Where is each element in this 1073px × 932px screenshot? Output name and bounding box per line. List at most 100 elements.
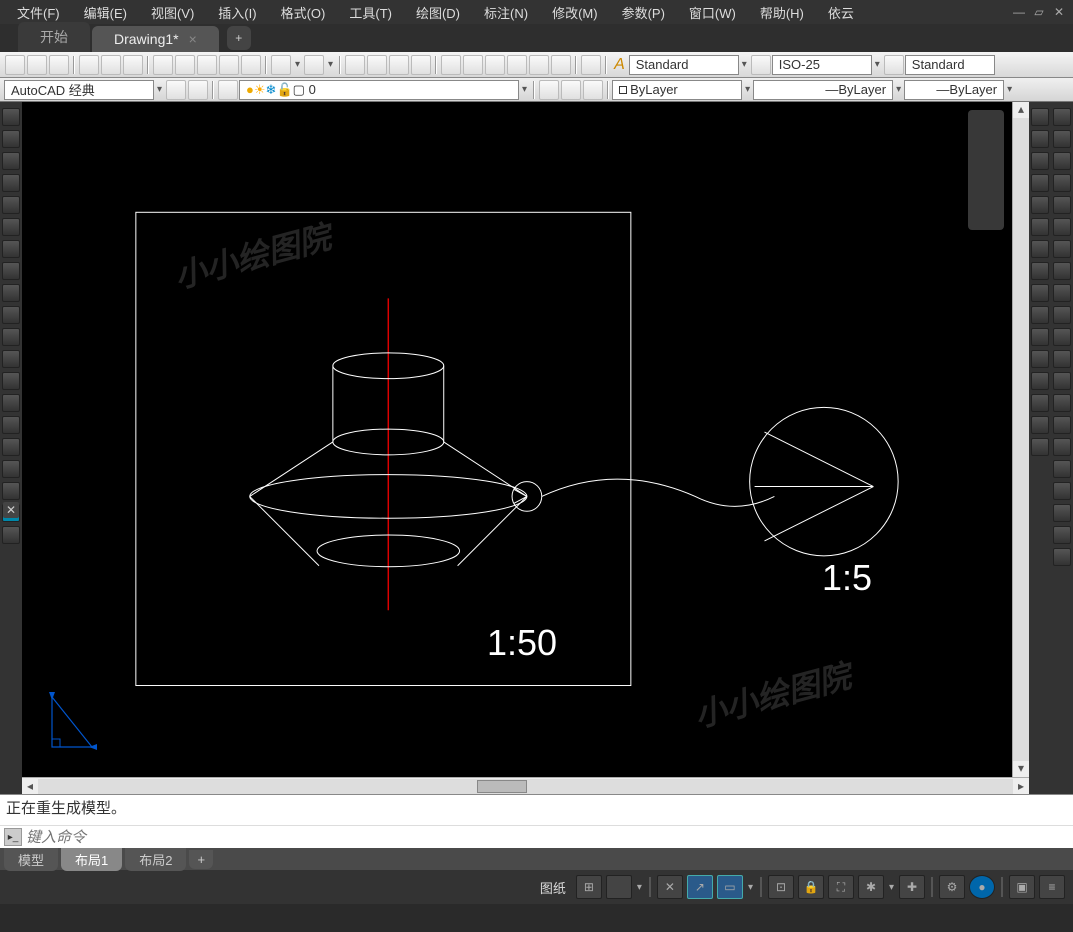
menu-insert[interactable]: 插入(I): [206, 1, 268, 24]
zoomprev-icon[interactable]: [411, 55, 431, 75]
diminspect-icon[interactable]: [1053, 438, 1071, 456]
tab-drawing1[interactable]: Drawing1* ×: [92, 26, 219, 52]
trim-icon[interactable]: [1031, 306, 1049, 324]
dimupdate-icon[interactable]: [1053, 526, 1071, 544]
isolate-icon[interactable]: ▣: [1009, 875, 1035, 899]
autoadd-icon[interactable]: ✚: [899, 875, 925, 899]
dimstyle-icon[interactable]: [751, 55, 771, 75]
publish-icon[interactable]: [123, 55, 143, 75]
layerprev-icon[interactable]: [583, 80, 603, 100]
tablestyle-select[interactable]: Standard: [905, 55, 995, 75]
layout-tab-add[interactable]: +: [189, 850, 213, 869]
explode-icon[interactable]: [1031, 438, 1049, 456]
stretch-icon[interactable]: [1031, 284, 1049, 302]
window-minimize-icon[interactable]: —: [1010, 4, 1028, 20]
dimstyle-select[interactable]: ISO-25: [772, 55, 872, 75]
command-input[interactable]: [26, 829, 1069, 846]
dimordinate-icon[interactable]: [1053, 174, 1071, 192]
ellipse-icon[interactable]: [2, 306, 20, 324]
menu-format[interactable]: 格式(O): [269, 1, 338, 24]
linetype-select[interactable]: — ByLayer: [753, 80, 893, 100]
dimaligned-icon[interactable]: [1053, 130, 1071, 148]
addselected-icon[interactable]: [2, 526, 20, 544]
scroll-up-icon[interactable]: ▴: [1013, 102, 1029, 118]
window-restore-icon[interactable]: ▱: [1030, 4, 1048, 20]
layeriso-icon[interactable]: [539, 80, 559, 100]
chamfer-icon[interactable]: [1031, 394, 1049, 412]
undo-dropdown-icon[interactable]: ▾: [292, 59, 303, 70]
constraint-icon[interactable]: ✕: [657, 875, 683, 899]
lineweight-select[interactable]: — ByLayer: [904, 80, 1004, 100]
centermark-icon[interactable]: [1053, 416, 1071, 434]
dropdown-icon[interactable]: ▾: [872, 59, 883, 70]
polyline-icon[interactable]: [2, 152, 20, 170]
dyninput-icon[interactable]: ↗: [687, 875, 713, 899]
circle-icon[interactable]: [2, 240, 20, 258]
redo-icon[interactable]: [304, 55, 324, 75]
zoom-icon[interactable]: [367, 55, 387, 75]
painter-icon[interactable]: [241, 55, 261, 75]
tablestyle-icon[interactable]: [884, 55, 904, 75]
annoscale-icon[interactable]: ⛶: [828, 875, 854, 899]
menu-tools[interactable]: 工具(T): [337, 1, 404, 24]
dimarc-icon[interactable]: [1053, 152, 1071, 170]
snap-icon[interactable]: [606, 875, 632, 899]
ortho-icon[interactable]: ▭: [717, 875, 743, 899]
point-icon[interactable]: [2, 394, 20, 412]
dropdown-icon[interactable]: ▾: [893, 84, 904, 95]
dimbaseline-icon[interactable]: [1053, 306, 1071, 324]
annovis-icon[interactable]: ✱: [858, 875, 884, 899]
navigation-bar[interactable]: [968, 110, 1004, 230]
menu-modify[interactable]: 修改(M): [540, 1, 610, 24]
dimjogline-icon[interactable]: [1053, 460, 1071, 478]
dimlinear-icon[interactable]: [1053, 108, 1071, 126]
gear-icon[interactable]: [166, 80, 186, 100]
copy-obj-icon[interactable]: [1031, 130, 1049, 148]
menu-window[interactable]: 窗口(W): [677, 1, 748, 24]
fillet-icon[interactable]: [1031, 416, 1049, 434]
polygon-icon[interactable]: [2, 174, 20, 192]
paste-icon[interactable]: [197, 55, 217, 75]
horizontal-scrollbar[interactable]: ◂ ▸: [22, 777, 1029, 794]
layout-tab-model[interactable]: 模型: [4, 848, 58, 871]
hardware-accel-icon[interactable]: ●: [969, 875, 995, 899]
dimquick-icon[interactable]: [1053, 284, 1071, 302]
clean-icon[interactable]: ≡: [1039, 875, 1065, 899]
menu-dim[interactable]: 标注(N): [472, 1, 540, 24]
dimedit-icon[interactable]: [1053, 482, 1071, 500]
spline-icon[interactable]: [2, 284, 20, 302]
paper-model-toggle[interactable]: 图纸: [532, 878, 574, 897]
dimjog-icon[interactable]: [1053, 218, 1071, 236]
layeruniso-icon[interactable]: [561, 80, 581, 100]
command-handle-icon[interactable]: ▸_: [4, 828, 22, 846]
designcenter-icon[interactable]: [463, 55, 483, 75]
dropdown-icon[interactable]: ▾: [886, 882, 897, 893]
help-icon[interactable]: [581, 55, 601, 75]
break-icon[interactable]: [1031, 350, 1049, 368]
region-icon[interactable]: [2, 460, 20, 478]
menu-file[interactable]: 文件(F): [5, 1, 72, 24]
rectangle-icon[interactable]: [2, 196, 20, 214]
pan-icon[interactable]: [345, 55, 365, 75]
offset-icon[interactable]: [1031, 174, 1049, 192]
save-icon[interactable]: [49, 55, 69, 75]
layout-tab-layout1[interactable]: 布局1: [61, 848, 122, 871]
dropdown-icon[interactable]: ▾: [745, 882, 756, 893]
ws-icon[interactable]: [188, 80, 208, 100]
color-select[interactable]: ByLayer: [612, 80, 742, 100]
layer-manager-icon[interactable]: [218, 80, 238, 100]
dropdown-icon[interactable]: ▾: [519, 84, 530, 95]
undo-icon[interactable]: [271, 55, 291, 75]
scale-icon[interactable]: [1031, 262, 1049, 280]
menu-extra[interactable]: 依云: [816, 1, 866, 24]
hatch-icon[interactable]: [2, 416, 20, 434]
grid-icon[interactable]: ⊞: [576, 875, 602, 899]
table-icon[interactable]: [2, 482, 20, 500]
layout-tab-layout2[interactable]: 布局2: [125, 848, 186, 871]
dropdown-icon[interactable]: ▾: [154, 84, 165, 95]
redo-dropdown-icon[interactable]: ▾: [325, 59, 336, 70]
open-icon[interactable]: [27, 55, 47, 75]
new-tab-button[interactable]: +: [227, 26, 251, 50]
line-icon[interactable]: [2, 108, 20, 126]
print-icon[interactable]: [79, 55, 99, 75]
